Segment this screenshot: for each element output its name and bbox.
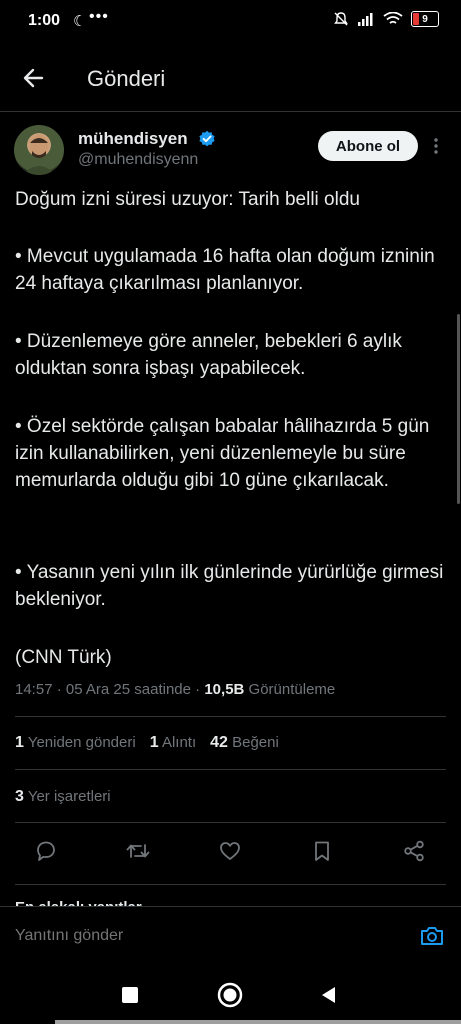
- divider: [15, 716, 446, 717]
- verified-badge-icon: [199, 130, 215, 147]
- camera-icon[interactable]: [419, 923, 445, 949]
- battery-icon: 9: [411, 11, 439, 27]
- wifi-icon: [383, 12, 403, 24]
- reposts-stat[interactable]: 1 Yeniden gönderi: [15, 734, 136, 752]
- divider: [15, 822, 446, 823]
- post-detail-screen: 1:00 ☾ ••• 9 Gönderi mühendisyen @muhend…: [0, 0, 461, 1024]
- status-time: 1:00: [28, 12, 61, 29]
- scrollbar[interactable]: [457, 314, 460, 504]
- system-nav-bar: [0, 964, 461, 1024]
- like-heart-icon[interactable]: [215, 836, 245, 866]
- page-title: Gönderi: [87, 66, 166, 91]
- likes-stat[interactable]: 42 Beğeni: [210, 734, 279, 752]
- post-date: 05 Ara 25 saatinde: [65, 681, 191, 698]
- mute-bell-icon: [334, 12, 348, 26]
- quotes-stat[interactable]: 1 Alıntı: [150, 734, 196, 752]
- post-meta: 14:57 · 05 Ara 25 saatinde · 10,5B Görün…: [15, 681, 336, 698]
- author-handle[interactable]: @muhendisyenn: [78, 151, 198, 169]
- follow-button[interactable]: Abone ol: [318, 131, 418, 161]
- back-arrow-icon[interactable]: [20, 64, 48, 92]
- bookmarks-stat[interactable]: 3 Yer işaretleri: [15, 788, 111, 806]
- views-count: 10,5B: [204, 681, 245, 698]
- post-paragraph: • Mevcut uygulamada 16 hafta olan doğum …: [15, 246, 435, 294]
- reply-icon[interactable]: [31, 836, 61, 866]
- battery-level: 9: [422, 13, 428, 25]
- divider: [15, 769, 446, 770]
- more-options-icon[interactable]: [430, 135, 442, 157]
- author-name[interactable]: mühendisyen: [78, 129, 188, 149]
- avatar[interactable]: [14, 125, 64, 175]
- repost-icon[interactable]: [123, 836, 153, 866]
- post-headline: Doğum izni süresi uzuyor: Tarih belli ol…: [15, 189, 360, 210]
- post-time: 14:57: [15, 681, 53, 698]
- action-bar: [0, 836, 461, 870]
- post-paragraph: • Özel sektörde çalışan babalar hâlihazı…: [15, 416, 430, 491]
- signal-icon: [358, 13, 373, 26]
- gesture-handle: [55, 1020, 461, 1024]
- back-triangle-icon[interactable]: [316, 982, 342, 1008]
- moon-icon: ☾: [73, 13, 87, 30]
- bookmark-icon[interactable]: [307, 836, 337, 866]
- engagement-stats: 1 Yeniden gönderi 1 Alıntı 42 Beğeni: [15, 734, 279, 752]
- header-divider: [0, 111, 461, 112]
- share-icon[interactable]: [399, 836, 429, 866]
- reply-input[interactable]: [15, 927, 375, 945]
- recent-apps-icon[interactable]: [117, 982, 143, 1008]
- divider: [15, 884, 446, 885]
- views-label: Görüntüleme: [248, 681, 336, 698]
- home-icon[interactable]: [217, 982, 243, 1008]
- post-paragraph: • Düzenlemeye göre anneler, bebekleri 6 …: [15, 331, 402, 379]
- more-notifications-icon: •••: [89, 8, 109, 25]
- post-source: (CNN Türk): [15, 647, 112, 668]
- post-paragraph: • Yasanın yeni yılın ilk günlerinde yürü…: [15, 562, 444, 610]
- reply-composer: [0, 906, 461, 964]
- status-icons: 9: [333, 11, 439, 27]
